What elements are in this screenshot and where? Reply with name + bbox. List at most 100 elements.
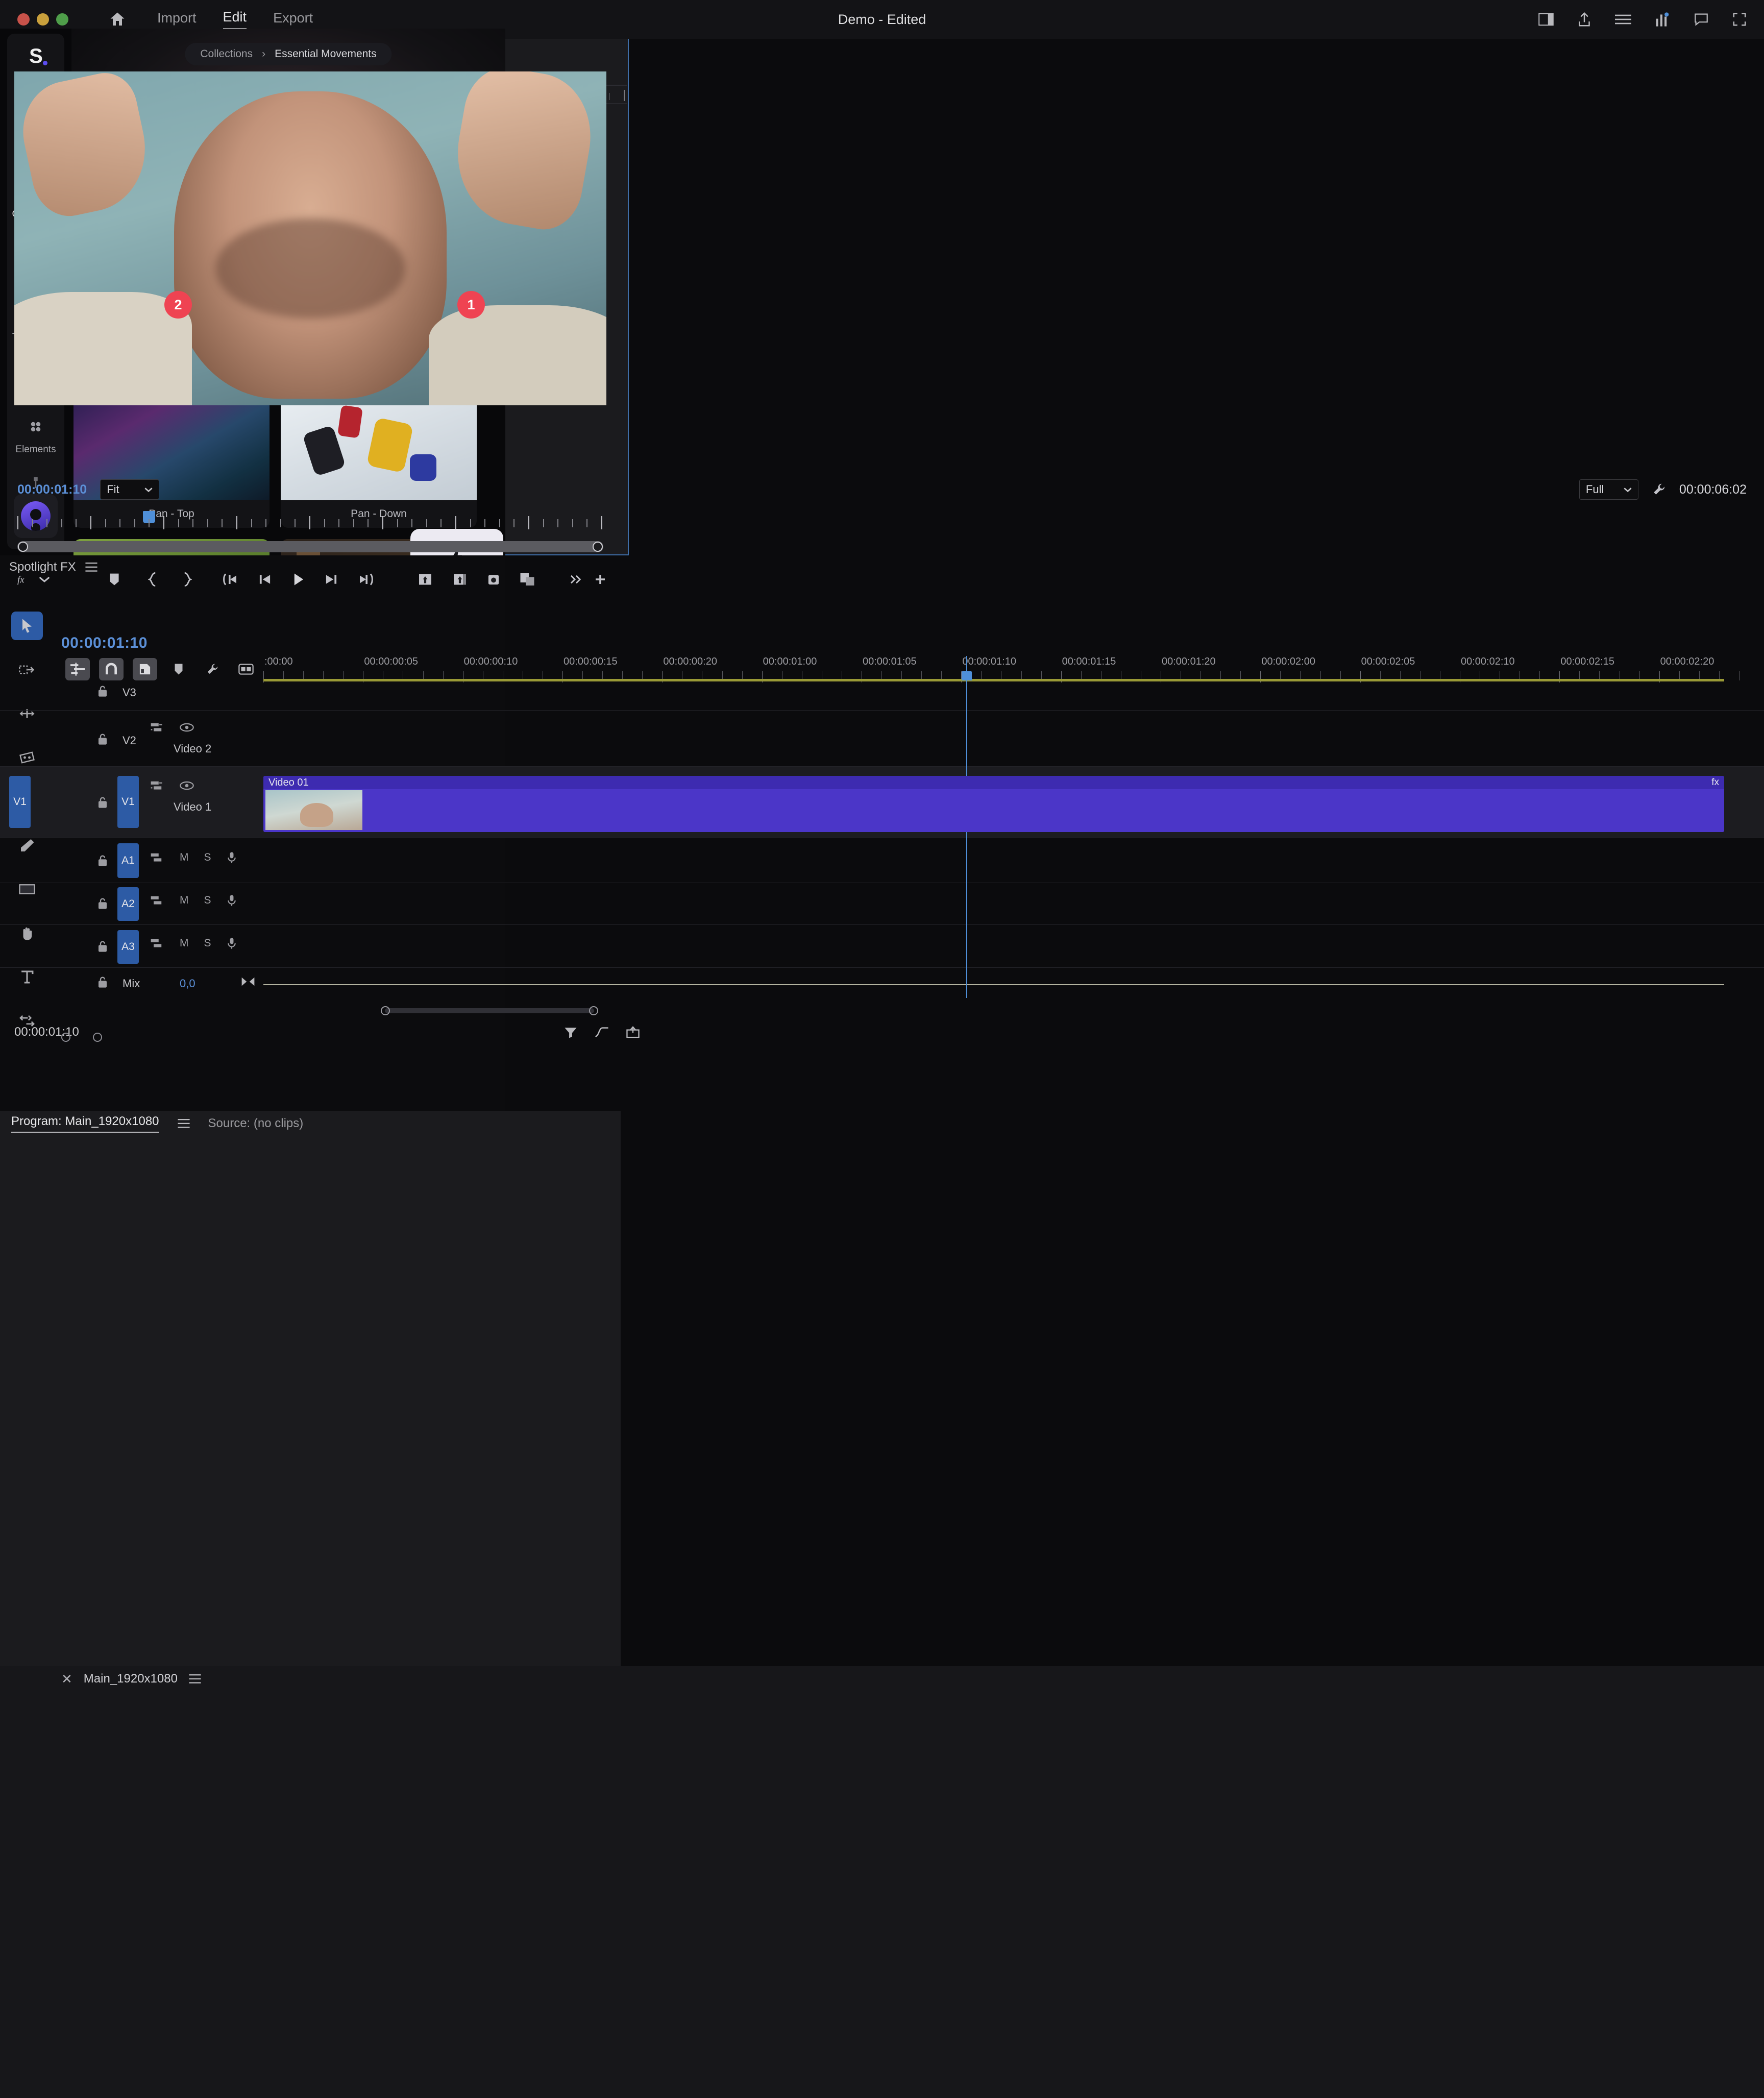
marker-icon[interactable]: [109, 573, 119, 586]
step-back-icon[interactable]: [258, 573, 272, 586]
timeline-playhead-handle[interactable]: [962, 671, 972, 680]
master-rubber-band[interactable]: [263, 984, 1724, 985]
timeline-ruler[interactable]: :00:00 00:00:00:05 00:00:00:10 00:00:00:15 0…: [263, 656, 1759, 682]
keyframe-interpolation-icon[interactable]: [595, 1026, 609, 1038]
mark-in-icon[interactable]: [148, 572, 158, 587]
track-target-a3[interactable]: A3: [117, 930, 139, 964]
nav-import[interactable]: Import: [157, 10, 197, 29]
comparison-view-icon[interactable]: [520, 572, 535, 587]
fx-icon[interactable]: fx: [17, 573, 31, 586]
lock-icon[interactable]: [97, 733, 108, 745]
maximize-window-button[interactable]: [56, 13, 68, 26]
effect-controls-footer[interactable]: 00:00:01:10: [0, 1015, 1764, 1049]
mute-button-a1[interactable]: M: [180, 851, 189, 864]
solo-button-a1[interactable]: S: [204, 851, 211, 864]
timeline-tabs[interactable]: ✕ Main_1920x1080: [0, 1666, 1764, 1692]
mute-button-a2[interactable]: M: [180, 894, 189, 907]
pan-icon[interactable]: [241, 976, 255, 987]
top-navigation[interactable]: Import Edit Export: [157, 9, 313, 30]
lift-icon[interactable]: [418, 572, 433, 587]
go-to-in-icon[interactable]: [223, 573, 238, 586]
panel-menu-icon[interactable]: [177, 1119, 190, 1128]
timeline-zoom-scrollbar[interactable]: [61, 1033, 106, 1042]
solo-button-a2[interactable]: S: [204, 894, 211, 907]
audio-meter-icon[interactable]: [1655, 12, 1670, 27]
titlebar-actions[interactable]: [1538, 12, 1747, 27]
plus-icon[interactable]: [594, 573, 606, 586]
program-scrub-bar[interactable]: [17, 541, 603, 552]
export-frame-icon[interactable]: [487, 572, 500, 587]
program-monitor-video[interactable]: [14, 71, 606, 405]
microphone-icon[interactable]: [227, 937, 237, 949]
export-icon[interactable]: [626, 1026, 640, 1038]
program-current-time[interactable]: 00:00:01:10: [17, 482, 87, 497]
timeline-timecode[interactable]: 00:00:01:10: [61, 635, 148, 652]
comment-icon[interactable]: [1694, 13, 1709, 26]
home-icon[interactable]: [108, 10, 127, 29]
mute-button-a3[interactable]: M: [180, 937, 189, 949]
nest-icon[interactable]: [65, 658, 90, 680]
track-target-a1[interactable]: A1: [117, 843, 139, 878]
scrub-start-handle[interactable]: [18, 542, 28, 552]
track-row-mix[interactable]: Mix 0,0: [0, 968, 1764, 1001]
wrench-icon[interactable]: [200, 658, 225, 680]
sync-lock-icon[interactable]: [150, 780, 164, 791]
more-icon[interactable]: [570, 574, 583, 585]
captions-icon[interactable]: [234, 658, 258, 680]
track-row-v2[interactable]: V2 Video 2: [0, 711, 1764, 767]
track-target-v1[interactable]: V1: [117, 776, 139, 828]
track-row-v3[interactable]: V3: [0, 679, 1764, 711]
quality-select[interactable]: Full: [1579, 479, 1638, 500]
breadcrumb[interactable]: Collections › Essential Movements: [185, 43, 392, 65]
lock-icon[interactable]: [97, 940, 108, 953]
scrub-end-handle[interactable]: [593, 542, 603, 552]
sync-lock-icon[interactable]: [150, 852, 164, 863]
track-row-a1[interactable]: A1 M S: [0, 838, 1764, 883]
sync-lock-icon[interactable]: [150, 722, 164, 733]
nav-export[interactable]: Export: [273, 10, 313, 29]
lock-icon[interactable]: [97, 976, 108, 988]
transform-tool-icon[interactable]: [11, 1007, 43, 1035]
program-transport-controls[interactable]: fx: [0, 564, 1764, 595]
lock-icon[interactable]: [97, 897, 108, 910]
chevron-down-icon[interactable]: [39, 576, 50, 583]
marker-icon[interactable]: [166, 658, 191, 680]
sync-lock-icon[interactable]: [150, 938, 164, 949]
program-monitor-tabs[interactable]: Program: Main_1920x1080 Source: (no clip…: [0, 1111, 621, 1136]
tab-source[interactable]: Source: (no clips): [208, 1116, 304, 1131]
nav-edit[interactable]: Edit: [223, 9, 247, 30]
timeline-clip-video01[interactable]: Video 01 fx: [263, 776, 1724, 832]
track-row-a2[interactable]: A2 M S: [0, 883, 1764, 925]
wrench-icon[interactable]: [1652, 482, 1666, 497]
step-forward-icon[interactable]: [325, 573, 338, 586]
selection-tool-icon[interactable]: [11, 612, 43, 640]
tab-program[interactable]: Program: Main_1920x1080: [11, 1114, 159, 1133]
close-icon[interactable]: ✕: [61, 1671, 72, 1687]
effect-card[interactable]: Pan - Top: [74, 398, 270, 528]
program-monitor-ruler[interactable]: [17, 511, 603, 531]
eye-icon[interactable]: [180, 780, 194, 791]
sync-lock-icon[interactable]: [150, 895, 164, 906]
breadcrumb-root[interactable]: Collections: [200, 48, 253, 60]
fit-select[interactable]: Fit: [100, 479, 160, 500]
track-target-a2[interactable]: A2: [117, 887, 139, 921]
lock-icon[interactable]: [97, 685, 108, 697]
microphone-icon[interactable]: [227, 894, 237, 907]
panel-menu-icon[interactable]: [189, 1674, 201, 1684]
linked-selection-icon[interactable]: [133, 658, 157, 680]
eye-icon[interactable]: [180, 722, 194, 733]
solo-button-a3[interactable]: S: [204, 937, 211, 949]
minimize-window-button[interactable]: [37, 13, 49, 26]
close-window-button[interactable]: [17, 13, 30, 26]
effect-card[interactable]: Pan - Down: [281, 398, 477, 528]
source-patch-v1[interactable]: V1: [9, 776, 31, 828]
microphone-icon[interactable]: [227, 851, 237, 864]
extract-icon[interactable]: [452, 572, 468, 587]
share-icon[interactable]: [1577, 12, 1591, 27]
go-to-out-icon[interactable]: [358, 573, 374, 586]
mark-out-icon[interactable]: [182, 572, 192, 587]
sidebar-item-elements[interactable]: Elements: [15, 412, 56, 455]
track-row-a3[interactable]: A3 M S: [0, 925, 1764, 968]
ec-horizontal-scrollbar[interactable]: [381, 1006, 598, 1015]
timeline-tab-label[interactable]: Main_1920x1080: [84, 1672, 178, 1686]
